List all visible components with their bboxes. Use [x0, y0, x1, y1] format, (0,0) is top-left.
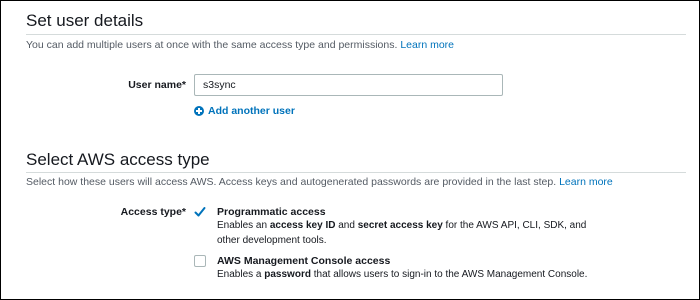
- programmatic-access-checkbox[interactable]: [194, 206, 206, 218]
- console-access-checkbox[interactable]: [194, 255, 206, 267]
- section-divider: [26, 172, 686, 173]
- desc-text: Enables an: [217, 220, 270, 231]
- learn-more-link[interactable]: Learn more: [400, 39, 454, 51]
- desc-text: that allows users to sign-in to the AWS …: [310, 269, 588, 280]
- programmatic-access-description: Enables an access key ID and secret acce…: [217, 218, 597, 248]
- add-another-user-button[interactable]: Add another user: [194, 104, 295, 118]
- access-type-description: Select how these users will access AWS. …: [26, 175, 613, 189]
- desc-emphasis: secret access key: [357, 220, 443, 231]
- console-access-title: AWS Management Console access: [217, 255, 391, 267]
- checkmark-icon: [194, 207, 206, 217]
- user-details-description-text: You can add multiple users at once with …: [26, 39, 398, 51]
- desc-text: Enables a: [217, 269, 265, 280]
- user-name-input[interactable]: [194, 74, 503, 96]
- access-type-description-text: Select how these users will access AWS. …: [26, 176, 557, 188]
- learn-more-link[interactable]: Learn more: [559, 176, 613, 188]
- section-divider: [26, 34, 686, 35]
- user-name-label: User name*: [128, 79, 186, 91]
- desc-emphasis: access key ID: [269, 220, 336, 231]
- desc-text: and: [335, 220, 358, 231]
- section-title-user-details: Set user details: [26, 11, 144, 30]
- console-access-description: Enables a password that allows users to …: [217, 267, 597, 282]
- plus-circle-icon: [194, 106, 204, 116]
- user-details-description: You can add multiple users at once with …: [26, 38, 454, 52]
- access-type-label: Access type*: [120, 206, 186, 218]
- programmatic-access-title: Programmatic access: [217, 206, 326, 218]
- add-another-user-label: Add another user: [208, 105, 295, 117]
- desc-emphasis: password: [264, 269, 311, 280]
- section-title-access-type: Select AWS access type: [26, 150, 210, 169]
